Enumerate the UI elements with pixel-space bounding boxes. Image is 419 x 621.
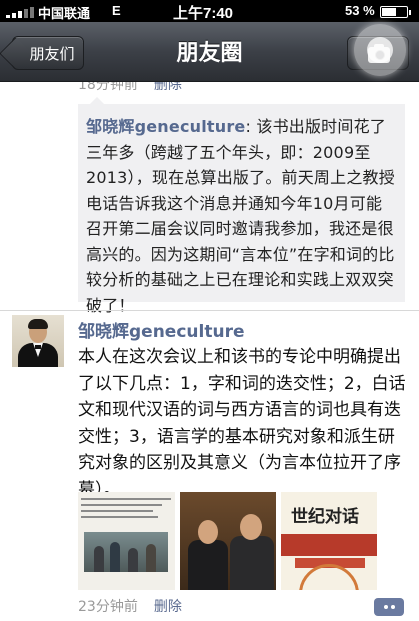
post-text: 本人在这次会议上和该书的专论中明确提出了以下几点：1，字和词的迭交性；2，白话文… [78,347,406,500]
battery-percent: 53 % [345,3,375,18]
status-bar: 中国联通 E 上午7:40 53 % [0,0,419,22]
carrier-name: 中国联通 [38,6,91,21]
post-delete-link[interactable]: 删除 [154,599,182,615]
clock: 上午7:40 [173,5,234,22]
comment-icon[interactable] [374,598,404,616]
comment-author[interactable]: 邹晓辉geneculture [86,117,246,136]
previous-post-meta: 18分钟前 删除 [78,82,182,94]
moments-feed[interactable]: 18分钟前 删除 邹晓辉geneculture: 该书出版时间花了三年多（跨越了五… [0,82,419,621]
avatar[interactable] [12,315,64,367]
post-photo-3[interactable]: 世纪对话 [281,492,377,590]
back-button-label: 朋友们 [29,44,75,63]
comment-text: : 该书出版时间花了三年多（跨越了五个年头，即：2009至2013），现在总算出… [86,117,395,315]
comment-box: 邹晓辉geneculture: 该书出版时间花了三年多（跨越了五个年头，即：20… [78,97,405,315]
post-divider [0,310,419,311]
photo-3-title: 世纪对话 [291,507,359,527]
network-type: E [112,3,121,18]
post-timestamp: 23分钟前 [78,599,138,615]
previous-post-delete-link[interactable]: 删除 [154,82,182,93]
post-author[interactable]: 邹晓辉geneculture [78,317,244,342]
battery-icon [380,6,411,18]
signal-icon [6,6,34,18]
navigation-bar: 朋友们 朋友圈 [0,22,419,82]
post-photo-2[interactable] [180,492,276,590]
assistive-touch-button[interactable] [354,24,406,76]
post-meta: 23分钟前 删除 [78,596,182,616]
previous-post-timestamp: 18分钟前 [78,82,138,93]
post-photo-1[interactable] [78,492,175,590]
